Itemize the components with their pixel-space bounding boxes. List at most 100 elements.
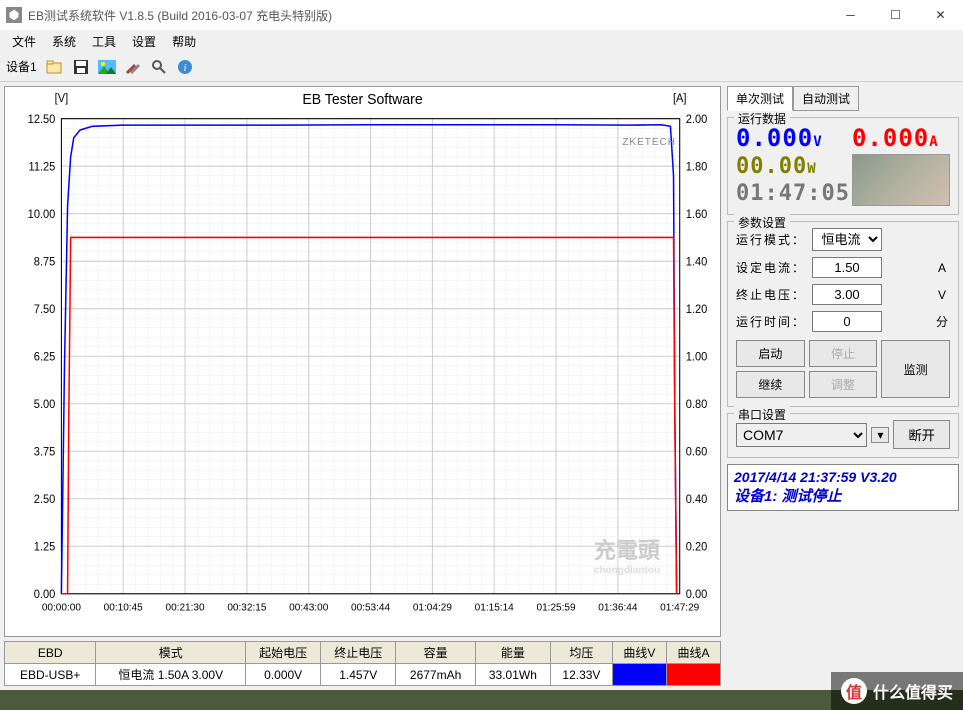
time-readout: 01:47:05	[736, 181, 850, 206]
svg-text:1.60: 1.60	[686, 209, 708, 221]
port-dropdown-icon[interactable]: ▾	[871, 427, 889, 443]
col-header: 模式	[96, 642, 246, 664]
titlebar: EB测试系统软件 V1.8.5 (Build 2016-03-07 充电头特别版…	[0, 0, 963, 30]
tab-auto-test[interactable]: 自动测试	[793, 86, 859, 111]
svg-text:00:32:15: 00:32:15	[227, 602, 266, 613]
svg-text:0.60: 0.60	[686, 446, 708, 458]
status-box: 2017/4/14 21:37:59 V3.20 设备1: 测试停止	[727, 464, 959, 511]
app-icon	[6, 7, 22, 23]
col-header: 容量	[396, 642, 476, 664]
svg-text:11.25: 11.25	[28, 161, 55, 173]
svg-text:10.00: 10.00	[28, 209, 56, 221]
time-label: 运行时间：	[736, 313, 806, 330]
svg-text:i: i	[183, 62, 186, 74]
svg-text:5.00: 5.00	[34, 399, 56, 411]
svg-text:01:04:29: 01:04:29	[413, 602, 452, 613]
svg-text:00:21:30: 00:21:30	[165, 602, 204, 613]
device-label: 设备1	[6, 58, 37, 75]
open-icon[interactable]	[43, 55, 67, 79]
svg-text:00:10:45: 00:10:45	[104, 602, 143, 613]
col-header: 终止电压	[321, 642, 396, 664]
toolbar: 设备1 i	[0, 52, 963, 82]
cutoff-label: 终止电压：	[736, 286, 806, 303]
col-header: 起始电压	[246, 642, 321, 664]
minimize-button[interactable]: ─	[828, 0, 873, 30]
svg-text:01:36:44: 01:36:44	[598, 602, 637, 613]
col-header: 曲线A	[666, 642, 720, 664]
cell: 33.01Wh	[475, 664, 550, 686]
svg-text:0.80: 0.80	[686, 399, 708, 411]
test-tabs: 单次测试 自动测试	[727, 86, 959, 111]
save-icon[interactable]	[69, 55, 93, 79]
monitor-button[interactable]: 监测	[881, 340, 950, 398]
disconnect-button[interactable]: 断开	[893, 420, 950, 449]
svg-text:0.20: 0.20	[686, 541, 708, 553]
col-header: EBD	[5, 642, 96, 664]
watermark-icon: 值	[841, 678, 867, 704]
search-icon[interactable]	[147, 55, 171, 79]
cell: 12.33V	[550, 664, 612, 686]
image-icon[interactable]	[95, 55, 119, 79]
svg-text:[V]: [V]	[55, 93, 69, 105]
mode-select[interactable]: 恒电流	[812, 228, 882, 251]
voltage-readout: 0.000V	[736, 124, 850, 152]
svg-text:00:53:44: 00:53:44	[351, 602, 390, 613]
tab-single-test[interactable]: 单次测试	[727, 86, 793, 111]
maximize-button[interactable]: ☐	[873, 0, 918, 30]
preview-image	[852, 154, 950, 206]
svg-text:01:15:14: 01:15:14	[475, 602, 514, 613]
col-header: 能量	[475, 642, 550, 664]
menu-help[interactable]: 帮助	[164, 31, 204, 52]
svg-text:00:00:00: 00:00:00	[42, 602, 81, 613]
svg-text:0.40: 0.40	[686, 494, 708, 506]
adjust-button[interactable]: 调整	[809, 371, 878, 398]
chart-brand: ZKETECH	[622, 137, 676, 148]
com-port-select[interactable]: COM7	[736, 423, 867, 447]
cell: 2677mAh	[396, 664, 476, 686]
page-watermark: 值 什么值得买	[831, 672, 963, 710]
svg-text:2.50: 2.50	[34, 494, 56, 506]
close-button[interactable]: ✕	[918, 0, 963, 30]
svg-text:3.75: 3.75	[34, 446, 56, 458]
menu-settings[interactable]: 设置	[124, 31, 164, 52]
serial-group: 串口设置 COM7 ▾ 断开	[727, 413, 959, 458]
continue-button[interactable]: 继续	[736, 371, 805, 398]
cell	[612, 664, 666, 686]
menubar: 文件 系统 工具 设置 帮助	[0, 30, 963, 52]
svg-text:1.20: 1.20	[686, 304, 708, 316]
cell	[666, 664, 720, 686]
mode-label: 运行模式：	[736, 231, 806, 248]
current-input[interactable]	[812, 257, 882, 278]
svg-text:6.25: 6.25	[34, 351, 56, 363]
svg-text:01:47:29: 01:47:29	[660, 602, 699, 613]
chart-area: EB Tester Software[V][A]0.001.252.503.75…	[4, 86, 721, 637]
col-header: 均压	[550, 642, 612, 664]
cell: 1.457V	[321, 664, 396, 686]
svg-text:7.50: 7.50	[34, 304, 56, 316]
svg-text:00:43:00: 00:43:00	[289, 602, 328, 613]
time-input[interactable]	[812, 311, 882, 332]
svg-text:1.00: 1.00	[686, 351, 708, 363]
current-readout: 0.000A	[852, 124, 950, 152]
param-group: 参数设置 运行模式： 恒电流 设定电流： A 终止电压： V 运行时间： 分	[727, 221, 959, 407]
info-icon[interactable]: i	[173, 55, 197, 79]
svg-text:8.75: 8.75	[34, 256, 56, 268]
stop-button[interactable]: 停止	[809, 340, 878, 367]
svg-text:0.00: 0.00	[686, 589, 708, 601]
menu-tools[interactable]: 工具	[84, 31, 124, 52]
svg-text:1.80: 1.80	[686, 161, 708, 173]
col-header: 曲线V	[612, 642, 666, 664]
svg-text:1.25: 1.25	[34, 541, 56, 553]
tools-icon[interactable]	[121, 55, 145, 79]
power-readout: 00.00W	[736, 154, 850, 179]
cutoff-input[interactable]	[812, 284, 882, 305]
menu-system[interactable]: 系统	[44, 31, 84, 52]
svg-text:12.50: 12.50	[28, 114, 56, 126]
result-table: EBD模式起始电压终止电压容量能量均压曲线V曲线A EBD-USB+恒电流 1.…	[4, 641, 721, 686]
menu-file[interactable]: 文件	[4, 31, 44, 52]
svg-text:01:25:59: 01:25:59	[536, 602, 575, 613]
svg-text:2.00: 2.00	[686, 114, 708, 126]
cell: 恒电流 1.50A 3.00V	[96, 664, 246, 686]
start-button[interactable]: 启动	[736, 340, 805, 367]
svg-text:0.00: 0.00	[34, 589, 56, 601]
